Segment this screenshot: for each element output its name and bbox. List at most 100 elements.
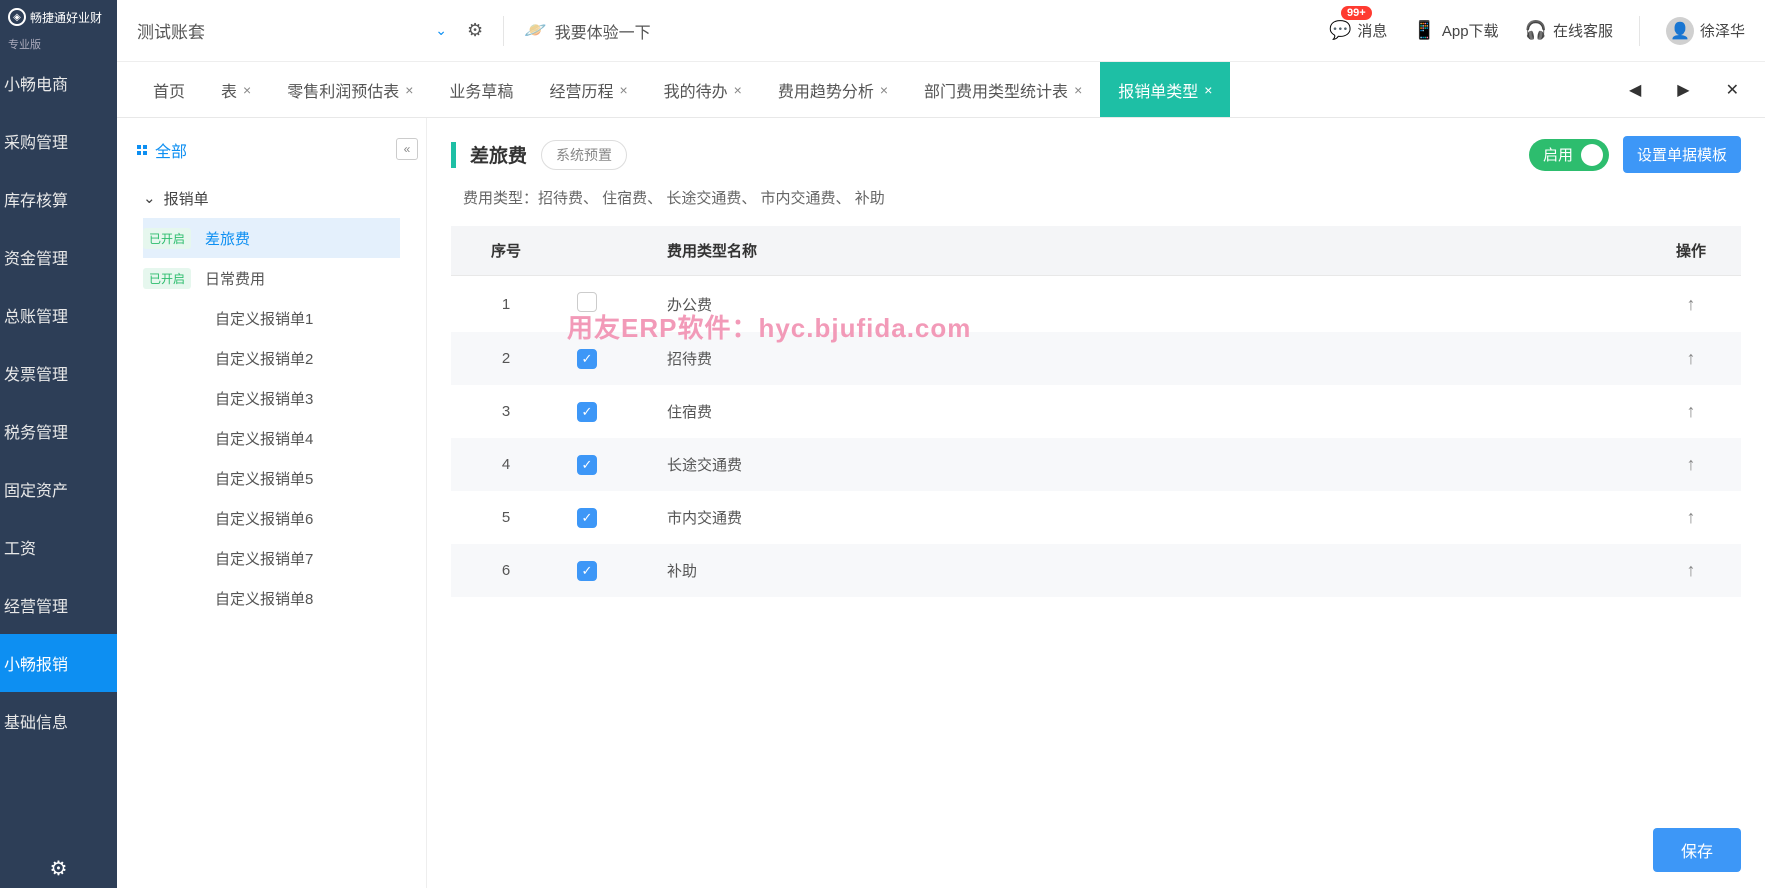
close-icon[interactable]: × (880, 82, 888, 98)
sidebar-item-7[interactable]: 固定资产 (0, 460, 117, 518)
row-checkbox[interactable]: ✓ (577, 561, 597, 581)
col-check-header (561, 226, 651, 276)
tab-6[interactable]: 费用趋势分析 × (760, 62, 906, 117)
enable-toggle[interactable]: 启用 (1529, 139, 1609, 171)
tree-item-6[interactable]: 自定义报销单5 (143, 458, 400, 498)
online-support-button[interactable]: 🎧 在线客服 (1525, 20, 1613, 41)
tree-item-5[interactable]: 自定义报销单4 (143, 418, 400, 458)
divider (503, 16, 504, 46)
sidebar-item-2[interactable]: 库存核算 (0, 170, 117, 228)
close-icon[interactable]: × (405, 82, 413, 98)
tab-5[interactable]: 我的待办× (646, 62, 760, 117)
tree-group-header[interactable]: ⌄ 报销单 (143, 178, 400, 218)
tree-item-4[interactable]: 自定义报销单3 (143, 378, 400, 418)
try-experience-button[interactable]: 🪐 我要体验一下 (524, 19, 650, 43)
user-menu[interactable]: 👤 徐泽华 (1666, 17, 1745, 45)
tree-item-label: 自定义报销单6 (143, 508, 313, 529)
close-icon[interactable]: × (243, 82, 251, 98)
move-up-icon[interactable]: ↑ (1687, 348, 1696, 368)
row-checkbox[interactable]: ✓ (577, 402, 597, 422)
gear-icon[interactable]: ⚙ (467, 20, 483, 41)
sidebar-item-0[interactable]: 小畅电商 (0, 54, 117, 112)
table-row: 2✓招待费↑ (451, 332, 1741, 385)
cell-seq: 5 (451, 491, 561, 544)
sidebar-item-8[interactable]: 工资 (0, 518, 117, 576)
close-icon[interactable]: × (1074, 82, 1082, 98)
online-support-label: 在线客服 (1553, 20, 1613, 41)
tree-all-label: 全部 (155, 138, 187, 162)
tab-close-all[interactable]: ✕ (1718, 80, 1747, 100)
tree-item-label: 日常费用 (201, 268, 265, 289)
cell-seq: 3 (451, 385, 561, 438)
sidebar-item-1[interactable]: 采购管理 (0, 112, 117, 170)
tab-label: 费用趋势分析 (778, 78, 874, 102)
tab-3[interactable]: 业务草稿 (431, 62, 531, 117)
app-download-button[interactable]: 📱 App下载 (1413, 20, 1498, 41)
tree-item-0[interactable]: 已开启差旅费 (143, 218, 400, 258)
account-select[interactable]: 测试账套 ⌄ (137, 18, 447, 43)
tab-0[interactable]: 首页 (135, 62, 203, 117)
tree-item-9[interactable]: 自定义报销单8 (143, 578, 400, 618)
col-op-header: 操作 (1641, 226, 1741, 276)
subtype-summary: 费用类型：招待费、 住宿费、 长途交通费、 市内交通费、 补助 (463, 187, 1741, 208)
messages-button[interactable]: 💬 消息 99+ (1329, 20, 1387, 41)
category-tree: 全部 « ⌄ 报销单 已开启差旅费已开启日常费用自定义报销单1自定义报销单2自定… (117, 118, 427, 888)
user-name: 徐泽华 (1700, 20, 1745, 41)
headset-icon: 🎧 (1525, 20, 1547, 41)
brand-icon: ◈ (8, 8, 26, 26)
tree-item-3[interactable]: 自定义报销单2 (143, 338, 400, 378)
tab-1[interactable]: 表× (203, 62, 269, 117)
tab-scroll-right[interactable]: ▶ (1669, 80, 1697, 100)
tree-all-button[interactable]: 全部 (117, 138, 426, 178)
sidebar-item-5[interactable]: 发票管理 (0, 344, 117, 402)
tree-item-label: 自定义报销单8 (143, 588, 313, 609)
settings-gear-bottom[interactable]: ⚙ (0, 848, 117, 888)
cell-seq: 1 (451, 276, 561, 333)
move-up-icon[interactable]: ↑ (1687, 507, 1696, 527)
topbar: 测试账套 ⌄ ⚙ 🪐 我要体验一下 💬 消息 99+ 📱 App下载 (117, 0, 1765, 62)
table-row: 4✓长途交通费↑ (451, 438, 1741, 491)
close-icon[interactable]: × (734, 82, 742, 98)
chevron-down-icon: ⌄ (435, 22, 447, 39)
tab-row: 首页表×零售利润预估表×业务草稿经营历程×我的待办×费用趋势分析×部门费用类型统… (117, 62, 1765, 118)
collapse-tree-button[interactable]: « (396, 138, 418, 160)
cell-name: 办公费 (651, 276, 1641, 333)
enable-toggle-label: 启用 (1543, 144, 1573, 165)
tree-item-8[interactable]: 自定义报销单7 (143, 538, 400, 578)
tab-8[interactable]: 报销单类型× (1100, 62, 1230, 117)
tab-label: 零售利润预估表 (287, 78, 399, 102)
save-button[interactable]: 保存 (1653, 828, 1741, 872)
sidebar-item-4[interactable]: 总账管理 (0, 286, 117, 344)
tab-label: 首页 (153, 78, 185, 102)
move-up-icon[interactable]: ↑ (1687, 401, 1696, 421)
move-up-icon[interactable]: ↑ (1687, 454, 1696, 474)
status-badge: 已开启 (143, 228, 191, 249)
tree-item-2[interactable]: 自定义报销单1 (143, 298, 400, 338)
tab-7[interactable]: 部门费用类型统计表× (906, 62, 1100, 117)
avatar-icon: 👤 (1666, 17, 1694, 45)
tree-item-7[interactable]: 自定义报销单6 (143, 498, 400, 538)
table-row: 5✓市内交通费↑ (451, 491, 1741, 544)
row-checkbox[interactable] (577, 292, 597, 312)
cell-name: 长途交通费 (651, 438, 1641, 491)
sidebar-item-11[interactable]: 基础信息 (0, 692, 117, 750)
sidebar-item-3[interactable]: 资金管理 (0, 228, 117, 286)
sidebar-item-10[interactable]: 小畅报销 (0, 634, 117, 692)
close-icon[interactable]: × (619, 82, 627, 98)
tab-scroll-left[interactable]: ◀ (1621, 80, 1649, 100)
row-checkbox[interactable]: ✓ (577, 455, 597, 475)
row-checkbox[interactable]: ✓ (577, 349, 597, 369)
tab-4[interactable]: 经营历程× (531, 62, 645, 117)
set-template-button[interactable]: 设置单据模板 (1623, 136, 1741, 173)
sidebar-item-9[interactable]: 经营管理 (0, 576, 117, 634)
close-icon[interactable]: × (1204, 82, 1212, 98)
system-preset-tag: 系统预置 (541, 140, 627, 170)
move-up-icon[interactable]: ↑ (1687, 294, 1696, 314)
tree-item-1[interactable]: 已开启日常费用 (143, 258, 400, 298)
cell-seq: 6 (451, 544, 561, 597)
sidebar-item-6[interactable]: 税务管理 (0, 402, 117, 460)
tab-2[interactable]: 零售利润预估表 × (269, 62, 431, 117)
row-checkbox[interactable]: ✓ (577, 508, 597, 528)
move-up-icon[interactable]: ↑ (1687, 560, 1696, 580)
edition-label: 专业版 (0, 34, 117, 54)
